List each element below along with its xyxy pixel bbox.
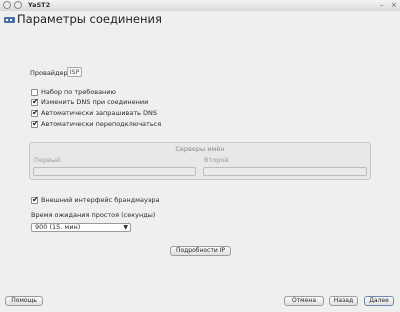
window-pin-icon[interactable] xyxy=(14,1,22,9)
auto-reconnect-label: Автоматически переподключаться xyxy=(41,120,162,128)
modify-dns-checkbox[interactable]: ✔ xyxy=(31,97,39,106)
checkmark-icon: ✔ xyxy=(32,97,39,106)
window-menu-icon[interactable] xyxy=(3,1,11,9)
provider-label: Провайдер: xyxy=(30,69,70,77)
name-servers-title: Серверы имён xyxy=(175,145,225,153)
second-nameserver-input[interactable] xyxy=(203,167,367,176)
cancel-button[interactable]: Отмена xyxy=(284,296,324,306)
help-button[interactable]: Помощь xyxy=(5,296,43,306)
firewall-interface-label: Внешний интерфейс брандмауэра xyxy=(41,196,160,204)
provider-field: ISP xyxy=(67,67,82,77)
second-nameserver-label: Второй xyxy=(204,156,229,164)
minimize-icon[interactable]: – xyxy=(380,1,384,9)
back-button[interactable]: Назад xyxy=(329,296,358,306)
idle-timeout-select[interactable]: 900 (15. мин) ▼ xyxy=(31,223,131,232)
yast-window: YaST2 – × Параметры соединения Провайдер… xyxy=(0,0,400,312)
auto-dns-checkbox[interactable]: ✔ xyxy=(31,108,39,117)
page-title: Параметры соединения xyxy=(17,12,162,26)
network-card-icon xyxy=(4,17,15,23)
first-nameserver-label: Первый xyxy=(34,156,61,164)
checkmark-icon: ✔ xyxy=(32,108,39,117)
close-icon[interactable]: × xyxy=(391,1,397,9)
auto-dns-label: Автоматически запрашивать DNS xyxy=(41,109,158,117)
firewall-interface-checkbox[interactable]: ✔ xyxy=(31,195,39,204)
ip-details-button[interactable]: Подробности IP xyxy=(170,246,231,256)
checkmark-icon: ✔ xyxy=(32,119,39,128)
window-title: YaST2 xyxy=(28,1,51,9)
dial-on-demand-checkbox[interactable] xyxy=(31,89,38,96)
dial-on-demand-label: Набор по требованию xyxy=(41,88,116,96)
first-nameserver-input[interactable] xyxy=(33,167,196,176)
idle-timeout-value: 900 (15. мин) xyxy=(35,223,81,231)
page-header: Параметры соединения xyxy=(0,11,400,34)
auto-reconnect-checkbox[interactable]: ✔ xyxy=(31,119,39,128)
modify-dns-label: Изменить DNS при соединении xyxy=(41,98,149,106)
next-button[interactable]: Далее xyxy=(364,296,394,306)
chevron-down-icon: ▼ xyxy=(123,224,128,231)
idle-timeout-label: Время ожидания простоя (секунды) xyxy=(31,211,156,219)
checkmark-icon: ✔ xyxy=(32,195,39,204)
